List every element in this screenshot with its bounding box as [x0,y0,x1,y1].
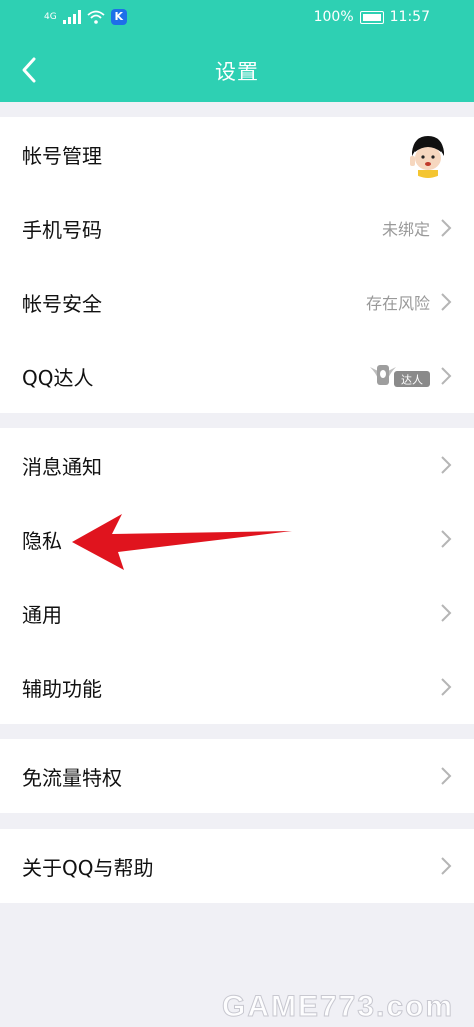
chevron-right-icon [441,767,452,785]
daren-badge-text: 达人 [401,374,423,387]
settings-item-label: 关于QQ与帮助 [22,855,154,880]
settings-item-label: 隐私 [22,528,62,553]
settings-item-label: 消息通知 [22,454,102,479]
settings-item-label: 帐号管理 [22,143,102,168]
settings-item-general[interactable]: 通用 [0,576,474,650]
settings-item-data-privilege[interactable]: 免流量特权 [0,739,474,813]
status-left: 4G K [44,9,127,25]
settings-item-label: QQ达人 [22,365,94,390]
watermark: GAME773.com [221,990,455,1024]
settings-item-phone-number[interactable]: 手机号码 未绑定 [0,191,474,265]
battery-percent: 100% [313,9,354,25]
settings-item-label: 帐号安全 [22,291,102,316]
settings-item-label: 免流量特权 [22,765,122,790]
settings-item-label: 辅助功能 [22,676,102,701]
settings-item-about-help[interactable]: 关于QQ与帮助 [0,829,474,903]
settings-item-value: 存在风险 [365,294,430,313]
page-title: 设置 [215,60,259,84]
settings-item-notifications[interactable]: 消息通知 [0,428,474,502]
chevron-right-icon [441,678,452,696]
settings-group-about: 关于QQ与帮助 [0,829,474,903]
signal-text: 4G [44,12,57,22]
settings-group-account: 帐号管理 手机号码 未绑定 帐号安全 存在风险 QQ达人 达人 [0,117,474,413]
status-right: 100% 11:57 [314,9,430,25]
chevron-right-icon [441,293,452,311]
settings-group-general: 消息通知 隐私 通用 辅助功能 [0,428,474,724]
header-bar: 4G K 100% 11:57 设置 [0,0,474,102]
settings-item-account-security[interactable]: 帐号安全 存在风险 [0,265,474,339]
wifi-icon [87,10,105,24]
chevron-right-icon [441,219,452,237]
daren-badge: 达人 [368,363,432,389]
settings-group-data: 免流量特权 [0,739,474,813]
settings-item-privacy[interactable]: 隐私 [0,502,474,576]
settings-item-accessibility[interactable]: 辅助功能 [0,650,474,724]
settings-item-label: 手机号码 [22,217,102,242]
settings-item-value: 未绑定 [381,220,430,239]
settings-item-label: 通用 [22,602,62,627]
settings-item-account-management[interactable]: 帐号管理 [0,117,474,191]
k-app-icon: K [110,9,127,25]
chevron-right-icon [441,857,452,875]
avatar [404,130,452,178]
chevron-right-icon [441,604,452,622]
chevron-right-icon [441,530,452,548]
status-bar: 4G K 100% 11:57 [0,0,474,36]
battery-icon [359,10,384,24]
chevron-right-icon [441,367,452,385]
settings-item-qq-daren[interactable]: QQ达人 达人 [0,339,474,413]
signal-bars-icon [62,10,81,24]
clock: 11:57 [389,9,430,25]
chevron-right-icon [441,456,452,474]
